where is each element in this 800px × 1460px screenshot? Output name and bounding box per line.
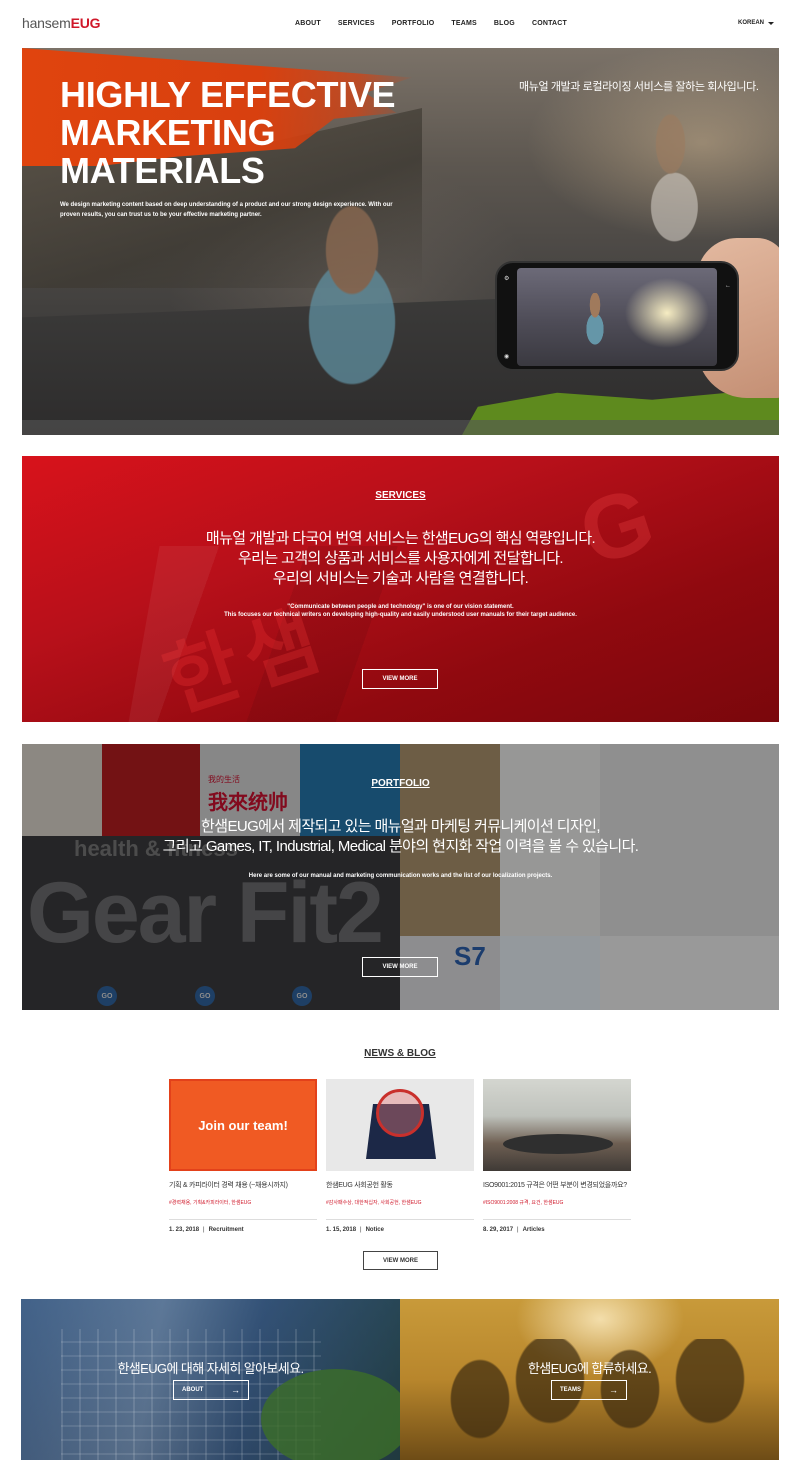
services-title[interactable]: SERVICES (22, 490, 779, 501)
news-card-thumbnail[interactable] (483, 1079, 631, 1171)
portfolio-section: 我的生活 我來统帅 health & fitness Gear Fit2 S7 … (22, 744, 779, 1010)
hero-title: HIGHLY EFFECTIVE MARKETING MATERIALS (60, 76, 400, 190)
news-card-date: 8. 29, 2017 (483, 1227, 514, 1233)
meta-separator: | (517, 1227, 519, 1233)
teams-cta-panel: 한샘EUG에 합류하세요. TEAMS → (400, 1299, 779, 1460)
news-card[interactable]: 한샘EUG 사회공헌 활동 #감사패수상, 대한적십자, 사회공헌, 한샘EUG… (326, 1079, 474, 1233)
news-card-category: Recruitment (208, 1227, 244, 1233)
services-section: G 한샘 SERVICES 매뉴얼 개발과 다국어 번역 서비스는 한샘EUG의… (22, 456, 779, 722)
nav-blog[interactable]: BLOG (494, 20, 515, 27)
portfolio-title[interactable]: PORTFOLIO (22, 778, 779, 789)
services-view-more-button[interactable]: VIEW MORE (362, 669, 438, 689)
news-card-title[interactable]: 기획 & 카피라이터 경력 채용 (~채용시까지) (169, 1180, 317, 1190)
hero-title-line3: MATERIALS (60, 150, 265, 191)
news-card[interactable]: ISO9001:2015 규격은 어떤 부분이 변경되었을까요? #ISO900… (483, 1079, 631, 1233)
news-card-tags: #경력채용, 기획&카피라이터, 한샘EUG (169, 1200, 252, 1206)
trophy-award (376, 1089, 424, 1137)
services-en-line1: "Communicate between people and technolo… (287, 604, 514, 610)
news-card-title[interactable]: 한샘EUG 사회공헌 활동 (326, 1180, 474, 1190)
services-en-line2: This focuses our technical writers on de… (224, 612, 577, 618)
phone-screen (517, 268, 717, 366)
site-header: hansemEUG ABOUT SERVICES PORTFOLIO TEAMS… (0, 0, 800, 48)
news-card-thumbnail[interactable] (326, 1079, 474, 1171)
hero-banner: HIGHLY EFFECTIVE MARKETING MATERIALS We … (22, 48, 779, 435)
arrow-right-icon: → (231, 1385, 240, 1395)
portfolio-kr-line2: 그리고 Games, IT, Industrial, Medical 분야의 현… (162, 838, 639, 855)
services-kr-line3: 우리의 서비스는 기술과 사람을 연결합니다. (272, 570, 529, 587)
meta-separator: | (360, 1227, 362, 1233)
hero-title-line1: HIGHLY EFFECTIVE (60, 74, 396, 115)
nav-contact[interactable]: CONTACT (532, 20, 567, 27)
portfolio-en-line: Here are some of our manual and marketin… (248, 873, 553, 879)
nav-about[interactable]: ABOUT (295, 20, 321, 27)
news-card-tags: #감사패수상, 대한적십자, 사회공헌, 한샘EUG (326, 1200, 422, 1206)
nav-teams[interactable]: TEAMS (451, 20, 477, 27)
nav-portfolio[interactable]: PORTFOLIO (392, 20, 435, 27)
services-kr-line2: 우리는 고객의 상품과 서비스를 사용자에게 전달합니다. (237, 550, 564, 567)
logo-text-eug: EUG (70, 15, 101, 31)
nav-services[interactable]: SERVICES (338, 20, 375, 27)
news-card-tags: #ISO9001:2008 규격, 요건, 한샘EUG (483, 1200, 564, 1206)
news-blog-title[interactable]: NEWS & BLOG (0, 1048, 800, 1059)
portfolio-view-more-button[interactable]: VIEW MORE (362, 957, 438, 977)
services-kr-line1: 매뉴얼 개발과 다국어 번역 서비스는 한샘EUG의 핵심 역량입니다. (205, 530, 596, 547)
news-card-date: 1. 23, 2018 (169, 1227, 200, 1233)
camera-icon: ◉ (504, 354, 510, 360)
logo[interactable]: hansemEUG (22, 15, 101, 31)
teams-cta-text: 한샘EUG에 합류하세요. (527, 1361, 652, 1376)
about-button-label: ABOUT (182, 1387, 204, 1393)
hero-title-line2: MARKETING (60, 112, 276, 153)
join-team-text: Join our team! (198, 1117, 288, 1133)
news-card-meta: 8. 29, 2017 | Articles (483, 1219, 631, 1233)
logo-text-hansem: hansem (22, 15, 71, 31)
news-card-category: Articles (522, 1227, 545, 1233)
hero-tagline: 매뉴얼 개발과 로컬라이징 서비스를 잘하는 회사입니다. (519, 81, 759, 93)
language-selector[interactable]: KOREAN (738, 20, 775, 26)
back-icon: ← (725, 283, 731, 289)
news-card-title[interactable]: ISO9001:2015 규격은 어떤 부분이 변경되었을까요? (483, 1180, 631, 1190)
language-label: KOREAN (738, 20, 765, 26)
hero-bottom-band (22, 420, 779, 435)
phone-mockup: ⚙ ◉ ← (495, 261, 739, 371)
news-card-thumbnail[interactable]: Join our team! (169, 1079, 317, 1171)
about-button[interactable]: ABOUT → (173, 1380, 249, 1400)
news-card-category: Notice (365, 1227, 384, 1233)
main-nav: ABOUT SERVICES PORTFOLIO TEAMS BLOG CONT… (295, 20, 584, 27)
settings-icon: ⚙ (504, 276, 510, 282)
hero-description: We design marketing content based on dee… (60, 202, 393, 218)
news-card[interactable]: Join our team! 기획 & 카피라이터 경력 채용 (~채용시까지)… (169, 1079, 317, 1233)
about-cta-text: 한샘EUG에 대해 자세히 알아보세요. (117, 1361, 304, 1376)
arrow-right-icon: → (609, 1385, 618, 1395)
meta-separator: | (203, 1227, 205, 1233)
phone-screen-skater (575, 293, 615, 353)
news-card-meta: 1. 23, 2018 | Recruitment (169, 1219, 317, 1233)
portfolio-kr-line1: 한샘EUG에서 제작되고 있는 매뉴얼과 마케팅 커뮤니케이션 디자인, (201, 818, 600, 835)
teams-button[interactable]: TEAMS → (551, 1380, 627, 1400)
meeting-table (503, 1134, 613, 1154)
news-card-date: 1. 15, 2018 (326, 1227, 357, 1233)
about-cta-panel: 한샘EUG에 대해 자세히 알아보세요. ABOUT → (21, 1299, 400, 1460)
chevron-down-icon (768, 21, 775, 25)
teams-button-label: TEAMS (560, 1387, 581, 1393)
news-card-meta: 1. 15, 2018 | Notice (326, 1219, 474, 1233)
news-view-more-button[interactable]: VIEW MORE (363, 1251, 438, 1270)
